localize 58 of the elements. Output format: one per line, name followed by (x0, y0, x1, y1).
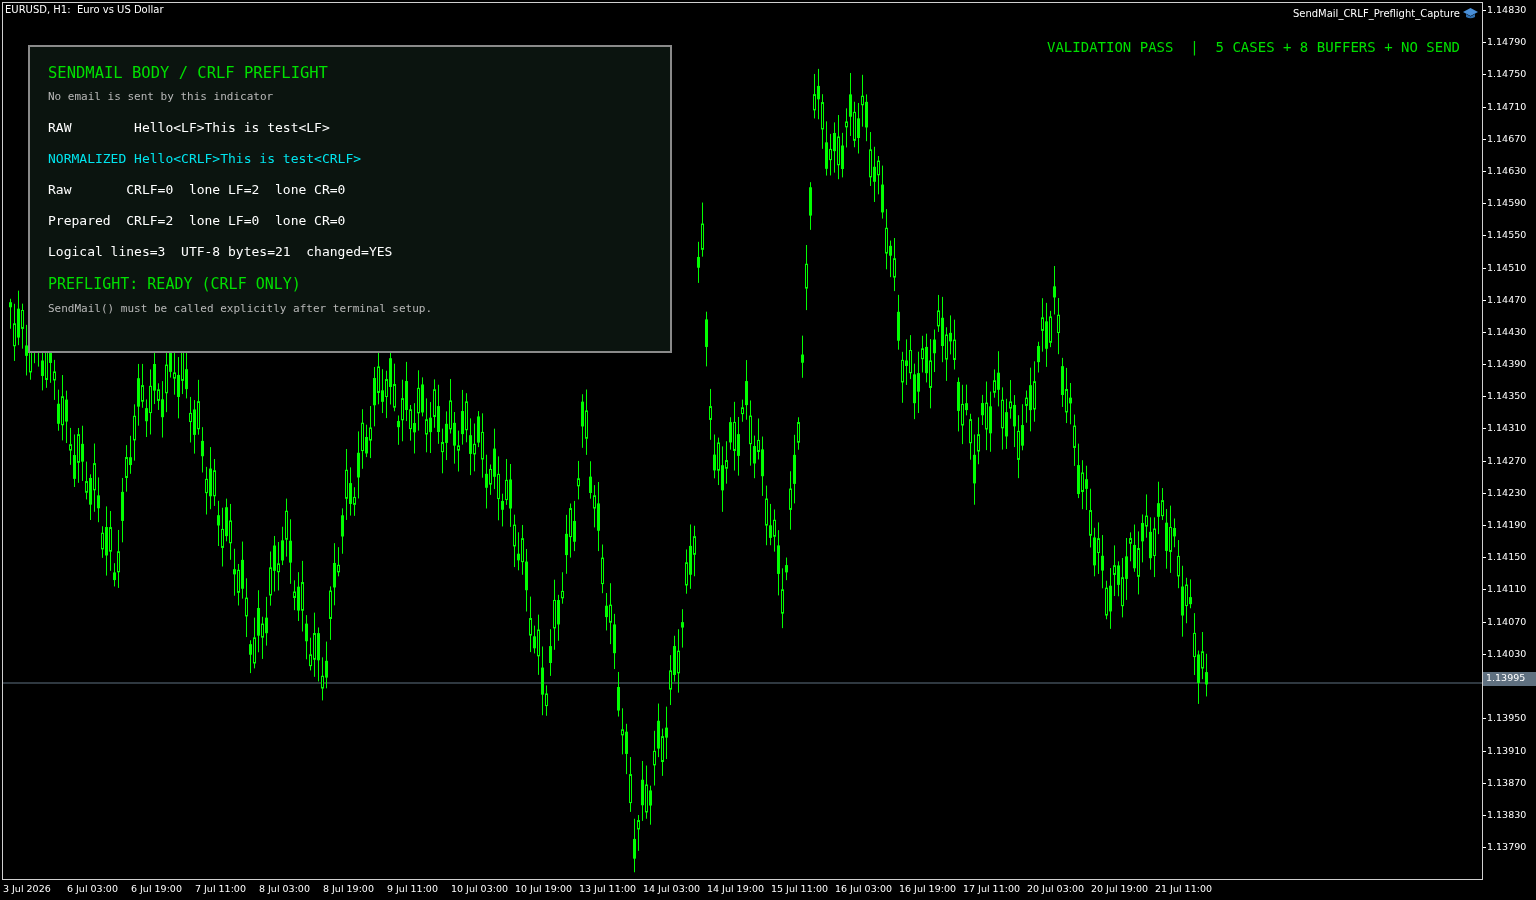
price-label: 1.14270 (1483, 454, 1536, 487)
time-label: 3 Jul 2026 (3, 882, 52, 896)
indicator-name: SendMail_CRLF_Preflight_Capture (1292, 8, 1460, 19)
price-label: 1.13950 (1483, 712, 1536, 745)
time-label: 8 Jul 19:00 (323, 882, 375, 896)
time-label: 9 Jul 11:00 (387, 882, 439, 896)
price-label: 1.14670 (1483, 132, 1536, 165)
time-label: 20 Jul 19:00 (1091, 882, 1149, 896)
time-label: 20 Jul 03:00 (1027, 882, 1085, 896)
price-label: 1.14430 (1483, 325, 1536, 359)
time-label: 14 Jul 19:00 (707, 882, 765, 896)
result-line: Prepared CRLF=2 lone LF=0 lone CR=0 (48, 212, 347, 230)
price-label: 1.13910 (1483, 744, 1536, 777)
time-label: 8 Jul 03:00 (259, 882, 311, 896)
panel-footer: SendMail() must be called explicitly after terminal setup. (48, 302, 652, 315)
price-label: 1.14750 (1483, 68, 1536, 101)
time-label: 6 Jul 19:00 (131, 882, 183, 896)
price-label: 1.14390 (1483, 358, 1536, 391)
result-line: Logical lines=3 UTF-8 bytes=21 changed=YES (48, 243, 394, 261)
price-label: 1.14470 (1483, 293, 1536, 326)
price-label: 1.13830 (1483, 808, 1536, 842)
validation-status-text: VALIDATION PASS | 5 CASES + 8 BUFFERS + NO SEND (1047, 39, 1460, 55)
time-label: 10 Jul 03:00 (451, 882, 509, 896)
price-label: 1.14070 (1483, 615, 1536, 648)
time-label: 13 Jul 11:00 (579, 882, 637, 896)
price-label: 1.14830 (1483, 4, 1536, 37)
time-label: 7 Jul 11:00 (195, 882, 247, 896)
price-label: 1.14790 (1483, 36, 1536, 69)
time-label: 17 Jul 11:00 (963, 882, 1021, 896)
price-label: 1.14190 (1483, 519, 1536, 552)
price-label: 1.14550 (1483, 229, 1536, 262)
result-line: NORMALIZED Hello<CRLF>This is test<CRLF> (48, 150, 363, 168)
price-label: 1.14630 (1483, 164, 1536, 198)
result-line: Raw CRLF=0 lone LF=2 lone CR=0 (48, 181, 347, 199)
price-label: 1.14310 (1483, 422, 1536, 455)
price-label: 1.14350 (1483, 390, 1536, 423)
current-price-label: 1.13995 (1483, 671, 1536, 686)
preflight-status: PREFLIGHT: READY (CRLF ONLY) (48, 274, 302, 295)
time-label: 14 Jul 03:00 (643, 882, 701, 896)
price-label: 1.13790 (1483, 841, 1536, 874)
result-line: RAW Hello<LF>This is test<LF> (48, 119, 331, 137)
time-label: 6 Jul 03:00 (67, 882, 119, 896)
price-label: 1.14230 (1483, 486, 1536, 519)
panel-title: SENDMAIL BODY / CRLF PREFLIGHT (48, 63, 329, 83)
time-label: 21 Jul 11:00 (1155, 882, 1213, 896)
price-label: 1.14110 (1483, 583, 1536, 616)
chart-title: EURUSD, H1: Euro vs US Dollar (5, 4, 164, 15)
price-label: 1.14710 (1483, 100, 1536, 133)
time-label: 10 Jul 19:00 (515, 882, 573, 896)
time-label: 15 Jul 11:00 (771, 882, 829, 896)
graduation-cap-icon (1463, 8, 1478, 19)
price-label: 1.14150 (1483, 551, 1536, 584)
panel-subtitle: No email is sent by this indicator (48, 90, 275, 103)
price-label: 1.13870 (1483, 776, 1536, 809)
price-label: 1.14590 (1483, 197, 1536, 230)
price-label: 1.14510 (1483, 261, 1536, 294)
time-label: 16 Jul 03:00 (835, 882, 893, 896)
time-label: 16 Jul 19:00 (899, 882, 957, 896)
